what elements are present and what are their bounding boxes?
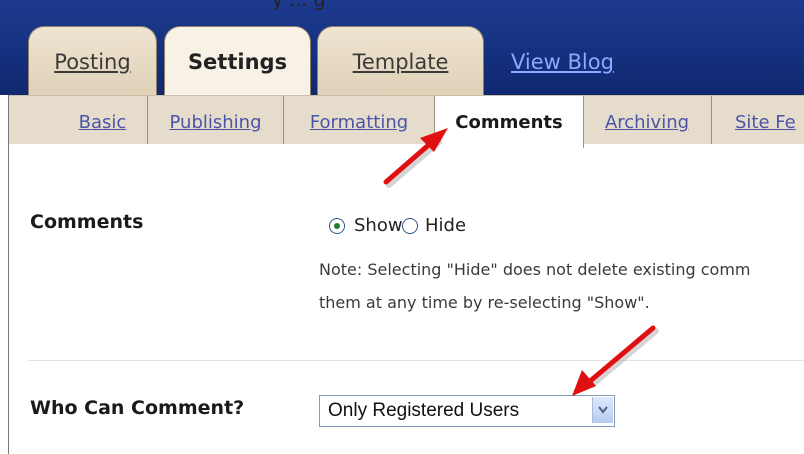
annotation-arrows bbox=[383, 128, 659, 396]
red-arrow-icon-2 bbox=[572, 325, 659, 396]
red-arrow-icon bbox=[383, 128, 448, 188]
